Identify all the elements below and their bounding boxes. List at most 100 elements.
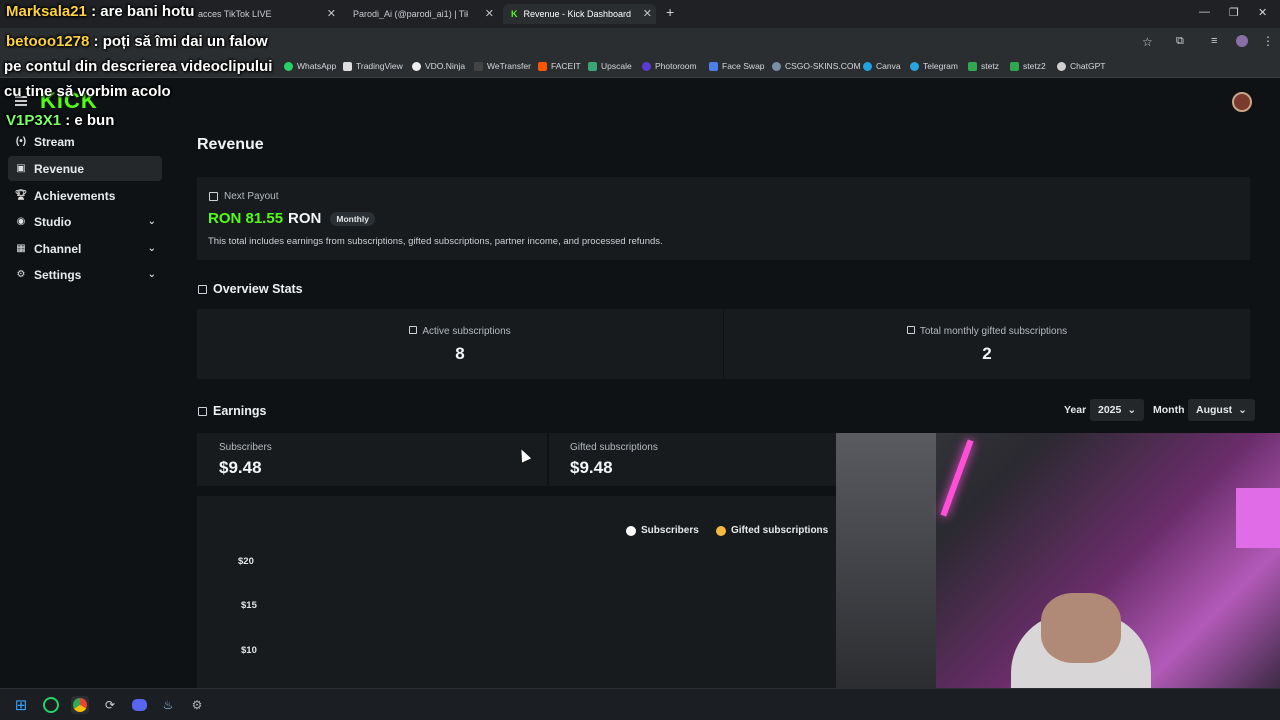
bookmark-faceit[interactable]: FACEIT xyxy=(538,61,581,71)
bookmark-whatsapp[interactable]: WhatsApp xyxy=(284,61,336,71)
sidebar-item-label: Channel xyxy=(34,241,82,256)
legend-subscribers[interactable]: Subscribers xyxy=(626,525,699,536)
star-icon[interactable]: ☆ xyxy=(1142,35,1153,49)
year-label: Year xyxy=(1064,404,1087,416)
sheets-icon xyxy=(1010,61,1019,71)
bookmark-stetz2[interactable]: stetz2 xyxy=(1010,61,1046,71)
bookmark-label: Telegram xyxy=(923,61,958,71)
page-title: Revenue xyxy=(197,136,264,153)
bookmark-label: stetz2 xyxy=(1023,61,1046,71)
chevron-down-icon[interactable]: ⌄ xyxy=(148,216,156,227)
payout-label: Next Payout xyxy=(209,191,278,202)
chat-username: betooo1278 xyxy=(6,33,90,50)
bookmark-tradingview[interactable]: TradingView xyxy=(343,61,403,71)
overview-stats-heading: Overview Stats xyxy=(198,282,303,296)
payout-amount: RON 81.55 xyxy=(208,210,284,227)
sidebar-item-label: Revenue xyxy=(34,161,85,176)
profile-icon[interactable] xyxy=(1236,35,1248,47)
tab-label: acces TikTok LIVE xyxy=(198,9,272,19)
bookmark-label: TradingView xyxy=(356,61,403,71)
settings-tool-icon[interactable]: ⟳ xyxy=(101,696,119,714)
month-select[interactable]: August ⌄ xyxy=(1188,399,1255,421)
extensions-icon[interactable]: ⧉ xyxy=(1176,35,1184,48)
tab-label: Revenue - Kick Dashboard xyxy=(523,9,632,19)
bookmark-label: ChatGPT xyxy=(1070,61,1106,71)
whatsapp-icon[interactable] xyxy=(42,696,60,714)
gifted-subscriptions-label-text: Total monthly gifted subscriptions xyxy=(919,326,1068,337)
user-avatar[interactable] xyxy=(1232,92,1252,112)
sidebar-item-stream[interactable]: (•) Stream xyxy=(8,129,162,154)
chrome-icon[interactable] xyxy=(71,696,89,714)
tab-parodi[interactable]: Parodi_Ai (@parodi_ai1) | TikTok ✕ xyxy=(345,4,498,24)
gear-icon: ⚙ xyxy=(16,269,26,280)
earnings-heading: Earnings xyxy=(198,404,267,418)
active-subscriptions-card: Active subscriptions 8 xyxy=(197,309,723,379)
new-tab-icon[interactable]: + xyxy=(666,4,674,20)
legend-gifted-subscriptions[interactable]: Gifted subscriptions xyxy=(716,525,828,536)
windows-start-icon[interactable]: ⊞ xyxy=(12,696,30,714)
year-select[interactable]: 2025 ⌄ xyxy=(1090,399,1145,421)
month-select-value: August xyxy=(1196,404,1233,416)
bookmark-label: WhatsApp xyxy=(297,61,337,71)
stats-icon xyxy=(198,284,207,294)
bookmark-csgoskins[interactable]: CSGO-SKINS.COM xyxy=(772,61,861,71)
earnings-icon xyxy=(198,406,207,416)
webcam-overlay xyxy=(836,433,1280,688)
bookmark-upscale[interactable]: Upscale xyxy=(588,61,632,71)
sidebar-item-settings[interactable]: ⚙ Settings ⌄ xyxy=(8,262,162,287)
bookmark-stetz[interactable]: stetz xyxy=(968,61,999,71)
bookmark-photoroom[interactable]: Photoroom xyxy=(642,61,697,71)
minimize-icon[interactable]: — xyxy=(1199,6,1210,18)
telegram-icon xyxy=(910,61,919,71)
y-tick-label: $20 xyxy=(238,556,254,567)
sidebar-item-label: Settings xyxy=(34,267,82,282)
webcam-face xyxy=(1041,593,1121,663)
steam-icon[interactable]: ♨ xyxy=(159,696,177,714)
gifted-subscriptions-value: 2 xyxy=(982,344,992,363)
gifted-earnings-value: $9.48 xyxy=(570,458,613,477)
bookmark-label: Upscale xyxy=(601,61,632,71)
chevron-down-icon[interactable]: ⌄ xyxy=(148,269,156,280)
gifted-earnings-card: Gifted subscriptions $9.48 xyxy=(549,433,836,486)
bookmark-label: Canva xyxy=(876,61,901,71)
chatgpt-icon xyxy=(1057,61,1066,71)
channel-icon: ▦ xyxy=(16,243,26,254)
tab-tiktok-live[interactable]: acces TikTok LIVE ✕ xyxy=(190,4,340,24)
close-icon[interactable]: ✕ xyxy=(485,7,494,20)
sidebar-item-revenue[interactable]: ▣ Revenue xyxy=(8,156,162,181)
tab-label: Parodi_Ai (@parodi_ai1) | TikTok xyxy=(353,9,468,19)
menu-icon[interactable]: ⋮ xyxy=(1262,34,1274,48)
close-icon[interactable]: ✕ xyxy=(643,7,652,20)
tab-revenue[interactable]: K Revenue - Kick Dashboard ✕ xyxy=(503,4,656,24)
restore-icon[interactable]: ❐ xyxy=(1229,6,1239,19)
bookmark-label: Photoroom xyxy=(655,61,697,71)
wetransfer-icon xyxy=(474,61,483,71)
chevron-down-icon[interactable]: ⌄ xyxy=(148,243,156,254)
chat-message: Marksala21 : are bani hotu xyxy=(6,3,194,20)
close-icon[interactable]: ✕ xyxy=(327,7,336,20)
sidebar-item-channel[interactable]: ▦ Channel ⌄ xyxy=(8,236,162,261)
chat-message: pe contul din descrierea videoclipului xyxy=(4,58,272,75)
bookmark-label: FACEIT xyxy=(551,61,581,71)
legend-dot xyxy=(716,525,726,536)
sidebar-item-studio[interactable]: ◉ Studio ⌄ xyxy=(8,209,162,234)
active-subscriptions-value: 8 xyxy=(455,344,465,363)
gear-icon[interactable]: ⚙ xyxy=(188,696,206,714)
kick-favicon-icon: K xyxy=(511,9,518,19)
bookmark-faceswap[interactable]: Face Swap xyxy=(709,61,765,71)
sidebar-item-achievements[interactable]: 🏆︎ Achievements xyxy=(8,183,162,208)
payout-currency: RON xyxy=(288,210,322,227)
bookmark-canva[interactable]: Canva xyxy=(863,61,901,71)
close-window-icon[interactable]: ✕ xyxy=(1258,6,1267,19)
faceit-icon xyxy=(538,61,547,71)
media-icon[interactable]: ≡ xyxy=(1211,35,1217,47)
bookmark-wetransfer[interactable]: WeTransfer xyxy=(474,61,531,71)
gifted-earnings-label: Gifted subscriptions xyxy=(570,442,658,453)
gift-icon xyxy=(906,326,915,334)
bookmark-chatgpt[interactable]: ChatGPT xyxy=(1057,61,1105,71)
discord-icon[interactable] xyxy=(130,696,148,714)
bookmark-telegram[interactable]: Telegram xyxy=(910,61,958,71)
studio-icon: ◉ xyxy=(16,216,26,227)
vdoninja-icon xyxy=(412,61,421,71)
bookmark-vdoninja[interactable]: VDO.Ninja xyxy=(412,61,465,71)
